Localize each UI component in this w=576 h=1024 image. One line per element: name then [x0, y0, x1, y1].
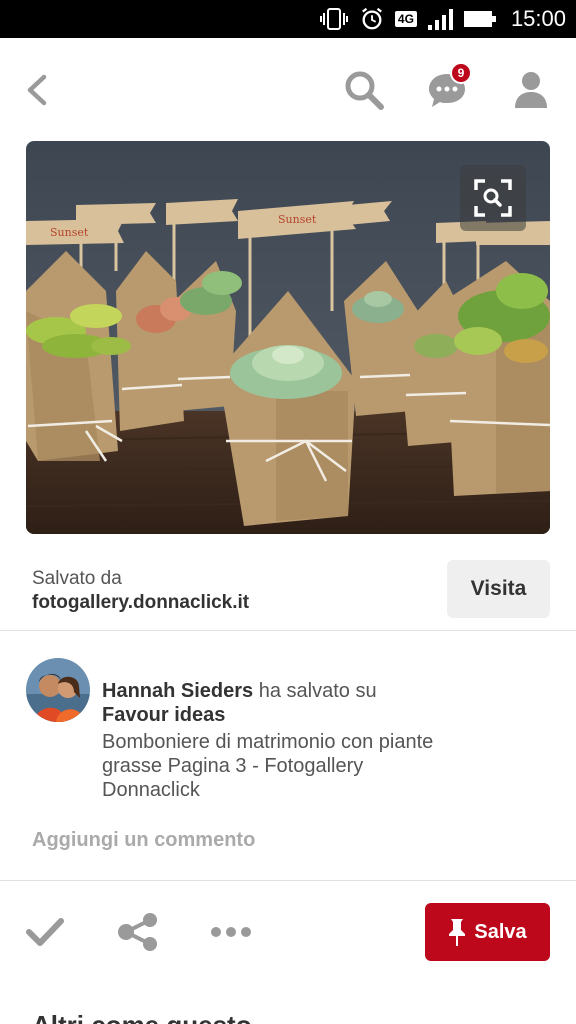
save-button[interactable]: Salva: [425, 903, 550, 961]
visual-search-button[interactable]: [460, 165, 526, 231]
messages-button[interactable]: 9: [422, 62, 472, 114]
alarm-icon: [361, 7, 382, 30]
network-type: 4G: [394, 11, 417, 27]
share-button[interactable]: [116, 910, 160, 954]
saver-action: ha salvato su: [253, 680, 377, 702]
source-label: Salvato da: [32, 568, 122, 589]
more-icon: [211, 927, 251, 937]
back-button[interactable]: [16, 68, 56, 112]
action-bar: Salva: [0, 900, 576, 964]
status-bar: 4G 15:00: [0, 0, 576, 38]
tried-it-button[interactable]: [24, 912, 66, 952]
add-comment-field[interactable]: Aggiungi un commento: [32, 829, 255, 852]
top-navigation: 9: [0, 38, 576, 142]
flag-label: Sunset: [278, 213, 317, 226]
search-icon: [345, 71, 384, 110]
vibrate-icon: [319, 8, 348, 30]
more-like-this-heading: Altri come questo: [32, 1010, 252, 1024]
pin-source: Salvato da fotogallery.donnaclick.it Vis…: [0, 560, 576, 630]
flag-label: Sunset: [50, 226, 89, 239]
search-button[interactable]: [340, 66, 388, 114]
signal-icon: [427, 9, 453, 30]
saver-name[interactable]: Hannah Sieders: [102, 680, 253, 702]
check-icon: [26, 918, 64, 946]
profile-icon: [515, 72, 547, 108]
save-label: Salva: [474, 920, 527, 943]
pin-icon: [449, 919, 466, 946]
saver-line: Hannah Sieders ha salvato su: [102, 680, 377, 703]
divider: [0, 630, 576, 631]
clock: 15:00: [510, 6, 566, 31]
pin-image[interactable]: Sunset Sunset: [26, 141, 550, 534]
profile-button[interactable]: [508, 66, 554, 114]
battery-icon: [463, 11, 496, 27]
board-name[interactable]: Favour ideas: [102, 704, 225, 727]
avatar[interactable]: [26, 658, 90, 722]
share-icon: [118, 913, 157, 951]
visual-search-icon: [474, 179, 512, 217]
notification-badge: 9: [450, 62, 472, 84]
pin-description: Bomboniere di matrimonio con piante gras…: [102, 731, 434, 801]
visit-button[interactable]: Visita: [447, 560, 550, 618]
avatar-image: [26, 658, 90, 722]
more-button[interactable]: [206, 918, 256, 946]
back-arrow-icon: [27, 74, 47, 106]
saver-info: Hannah Sieders ha salvato su Favour idea…: [0, 650, 576, 810]
divider: [0, 880, 576, 881]
source-domain[interactable]: fotogallery.donnaclick.it: [32, 592, 249, 614]
